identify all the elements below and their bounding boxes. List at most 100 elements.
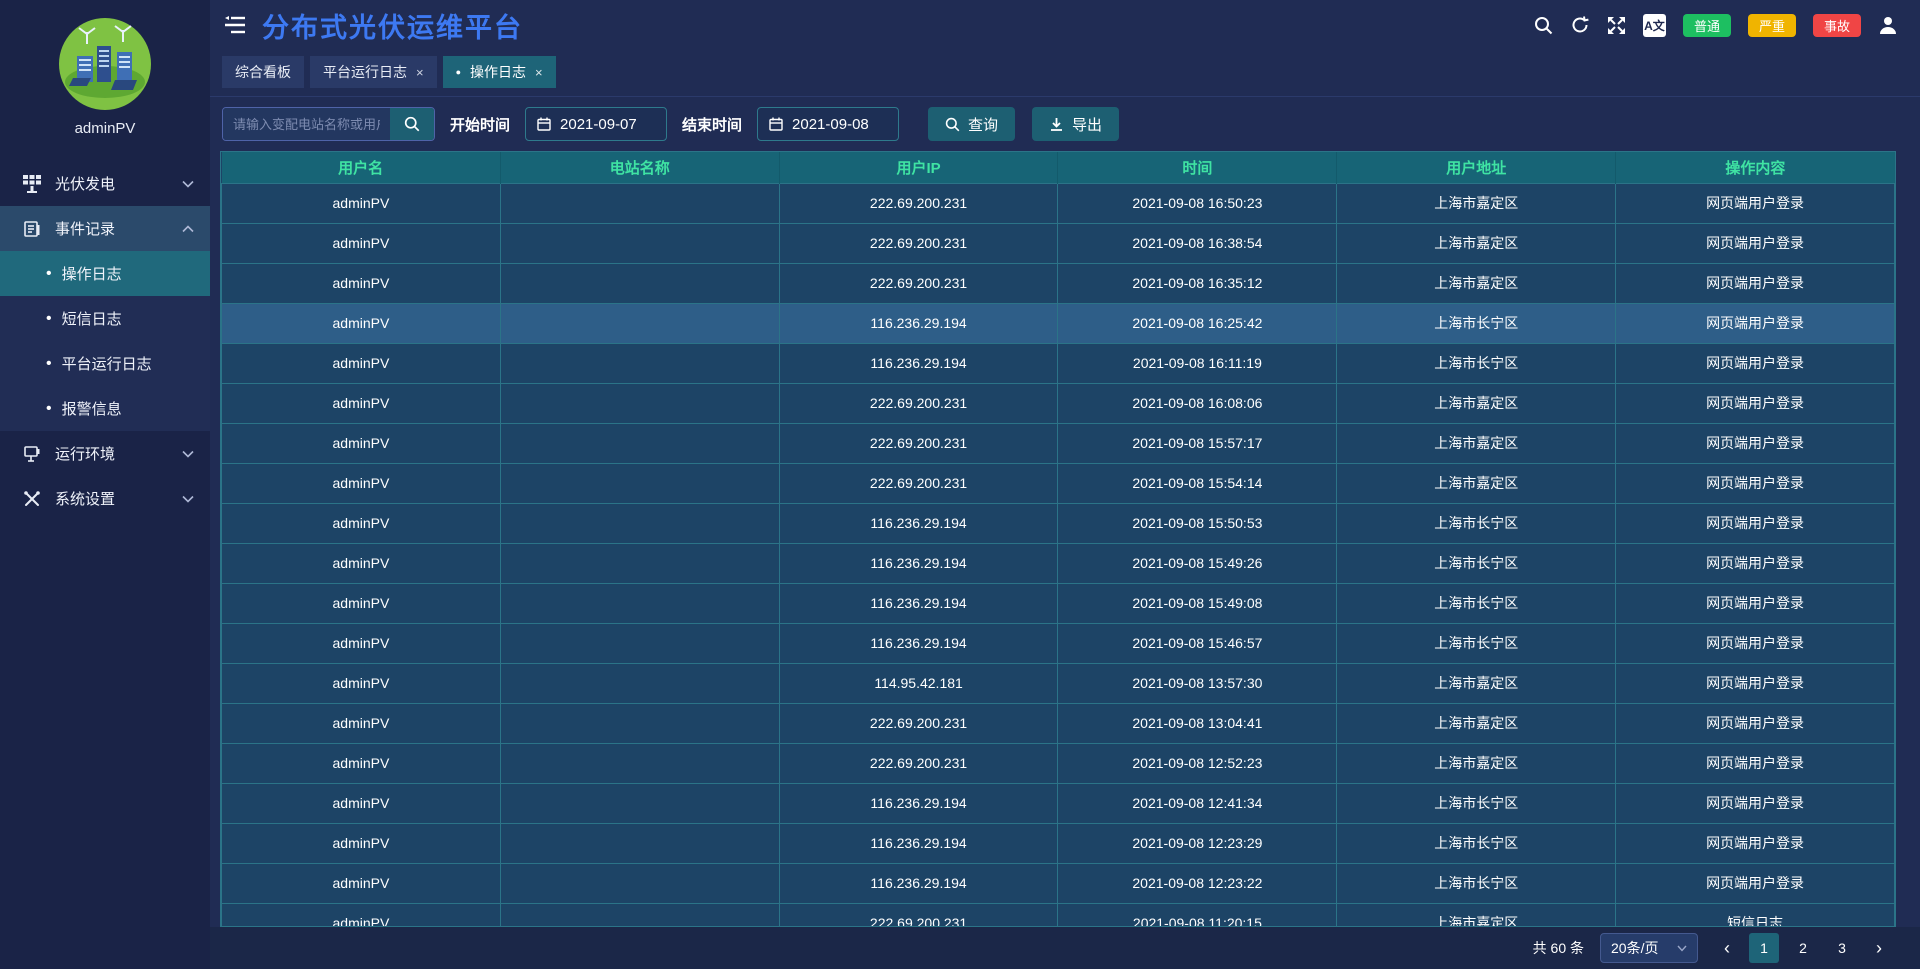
cell-username: adminPV xyxy=(222,743,501,783)
table-row[interactable]: adminPV 222.69.200.231 2021-09-08 16:35:… xyxy=(222,263,1895,303)
bullet-icon: • xyxy=(46,355,52,373)
cell-action: 网页端用户登录 xyxy=(1616,743,1895,783)
tab-label: 操作日志 xyxy=(470,62,526,82)
end-date-input[interactable]: 2021-09-08 xyxy=(757,107,899,141)
column-header-address[interactable]: 用户地址 xyxy=(1337,152,1616,183)
cell-address: 上海市嘉定区 xyxy=(1337,263,1616,303)
table-row[interactable]: adminPV 116.236.29.194 2021-09-08 15:49:… xyxy=(222,583,1895,623)
table-row[interactable]: adminPV 222.69.200.231 2021-09-08 16:38:… xyxy=(222,223,1895,263)
cell-action: 网页端用户登录 xyxy=(1616,343,1895,383)
prev-page-button[interactable]: ‹ xyxy=(1714,933,1740,963)
cell-username: adminPV xyxy=(222,223,501,263)
cell-address: 上海市长宁区 xyxy=(1337,343,1616,383)
cell-action: 网页端用户登录 xyxy=(1616,463,1895,503)
page-size-select[interactable]: 20条/页 xyxy=(1600,933,1698,963)
cell-user-ip: 116.236.29.194 xyxy=(779,863,1058,903)
tab-dashboard[interactable]: 综合看板 xyxy=(222,56,304,88)
cell-station xyxy=(500,263,779,303)
cell-station xyxy=(500,503,779,543)
alarm-badge-accident[interactable]: 事故 xyxy=(1813,14,1861,37)
table-row[interactable]: adminPV 114.95.42.181 2021-09-08 13:57:3… xyxy=(222,663,1895,703)
table-row[interactable]: adminPV 222.69.200.231 2021-09-08 15:54:… xyxy=(222,463,1895,503)
search-icon[interactable] xyxy=(1534,16,1553,35)
alarm-badge-severe[interactable]: 严重 xyxy=(1748,14,1796,37)
table-row[interactable]: adminPV 222.69.200.231 2021-09-08 12:52:… xyxy=(222,743,1895,783)
table-row[interactable]: adminPV 222.69.200.231 2021-09-08 11:20:… xyxy=(222,903,1895,927)
column-header-action[interactable]: 操作内容 xyxy=(1616,152,1895,183)
language-switch-icon[interactable]: A文 xyxy=(1643,14,1666,37)
table-row[interactable]: adminPV 116.236.29.194 2021-09-08 15:46:… xyxy=(222,623,1895,663)
cell-station xyxy=(500,303,779,343)
fullscreen-icon[interactable] xyxy=(1607,16,1626,35)
tab-operation-log[interactable]: ● 操作日志 × xyxy=(443,56,556,88)
table-row[interactable]: adminPV 116.236.29.194 2021-09-08 16:11:… xyxy=(222,343,1895,383)
column-header-time[interactable]: 时间 xyxy=(1058,152,1337,183)
cell-user-ip: 222.69.200.231 xyxy=(779,223,1058,263)
page-button-3[interactable]: 3 xyxy=(1827,933,1857,963)
table-row[interactable]: adminPV 222.69.200.231 2021-09-08 16:50:… xyxy=(222,183,1895,223)
cell-address: 上海市长宁区 xyxy=(1337,543,1616,583)
sidebar-item-operation-log[interactable]: • 操作日志 xyxy=(0,251,210,296)
next-page-button[interactable]: › xyxy=(1866,933,1892,963)
sidebar-item-alarm-info[interactable]: • 报警信息 xyxy=(0,386,210,431)
cell-station xyxy=(500,663,779,703)
cell-action: 网页端用户登录 xyxy=(1616,543,1895,583)
cell-username: adminPV xyxy=(222,863,501,903)
end-date-value: 2021-09-08 xyxy=(792,116,869,133)
table-row[interactable]: adminPV 116.236.29.194 2021-09-08 15:49:… xyxy=(222,543,1895,583)
sidebar-item-pv-generation[interactable]: 光伏发电 xyxy=(0,161,210,206)
cell-action: 网页端用户登录 xyxy=(1616,423,1895,463)
cell-time: 2021-09-08 16:25:42 xyxy=(1058,303,1337,343)
solar-grid-icon xyxy=(22,174,42,194)
user-avatar-icon[interactable] xyxy=(1878,15,1898,35)
tab-label: 综合看板 xyxy=(235,62,291,82)
table-row[interactable]: adminPV 222.69.200.231 2021-09-08 15:57:… xyxy=(222,423,1895,463)
tools-icon xyxy=(22,489,42,509)
collapse-sidebar-icon[interactable] xyxy=(224,16,246,34)
operation-log-table: 用户名 电站名称 用户IP 时间 用户地址 操作内容 adminPV 222.6… xyxy=(220,151,1896,927)
alarm-badge-normal[interactable]: 普通 xyxy=(1683,14,1731,37)
query-button[interactable]: 查询 xyxy=(928,107,1015,141)
close-icon[interactable]: × xyxy=(535,65,543,80)
cell-station xyxy=(500,423,779,463)
cell-time: 2021-09-08 16:35:12 xyxy=(1058,263,1337,303)
cell-station xyxy=(500,543,779,583)
table-row[interactable]: adminPV 116.236.29.194 2021-09-08 15:50:… xyxy=(222,503,1895,543)
sidebar-item-runtime-env[interactable]: 运行环境 xyxy=(0,431,210,476)
cell-address: 上海市嘉定区 xyxy=(1337,183,1616,223)
chevron-down-icon xyxy=(1677,945,1687,952)
cell-address: 上海市长宁区 xyxy=(1337,823,1616,863)
page-button-2[interactable]: 2 xyxy=(1788,933,1818,963)
cell-station xyxy=(500,703,779,743)
cell-address: 上海市嘉定区 xyxy=(1337,383,1616,423)
table-row[interactable]: adminPV 116.236.29.194 2021-09-08 12:41:… xyxy=(222,783,1895,823)
table-row[interactable]: adminPV 116.236.29.194 2021-09-08 12:23:… xyxy=(222,863,1895,903)
sidebar-item-event-records[interactable]: 事件记录 xyxy=(0,206,210,251)
cell-address: 上海市长宁区 xyxy=(1337,623,1616,663)
cell-station xyxy=(500,903,779,927)
table-row[interactable]: adminPV 222.69.200.231 2021-09-08 13:04:… xyxy=(222,703,1895,743)
table-row[interactable]: adminPV 116.236.29.194 2021-09-08 16:25:… xyxy=(222,303,1895,343)
sidebar-item-sms-log[interactable]: • 短信日志 xyxy=(0,296,210,341)
cell-time: 2021-09-08 11:20:15 xyxy=(1058,903,1337,927)
chevron-up-icon xyxy=(182,225,194,233)
page-button-1[interactable]: 1 xyxy=(1749,933,1779,963)
search-input[interactable] xyxy=(223,108,390,140)
sidebar-item-system-settings[interactable]: 系统设置 xyxy=(0,476,210,521)
cell-time: 2021-09-08 15:50:53 xyxy=(1058,503,1337,543)
search-submit-button[interactable] xyxy=(390,108,434,140)
tab-platform-run-log[interactable]: 平台运行日志 × xyxy=(310,56,437,88)
table-row[interactable]: adminPV 222.69.200.231 2021-09-08 16:08:… xyxy=(222,383,1895,423)
start-date-input[interactable]: 2021-09-07 xyxy=(525,107,667,141)
column-header-user-ip[interactable]: 用户IP xyxy=(779,152,1058,183)
column-header-username[interactable]: 用户名 xyxy=(222,152,501,183)
cell-action: 网页端用户登录 xyxy=(1616,783,1895,823)
export-button[interactable]: 导出 xyxy=(1032,107,1119,141)
log-book-icon xyxy=(22,219,42,239)
column-header-station[interactable]: 电站名称 xyxy=(500,152,779,183)
table-row[interactable]: adminPV 116.236.29.194 2021-09-08 12:23:… xyxy=(222,823,1895,863)
cell-time: 2021-09-08 13:04:41 xyxy=(1058,703,1337,743)
refresh-icon[interactable] xyxy=(1570,15,1590,35)
close-icon[interactable]: × xyxy=(416,65,424,80)
sidebar-item-platform-run-log[interactable]: • 平台运行日志 xyxy=(0,341,210,386)
